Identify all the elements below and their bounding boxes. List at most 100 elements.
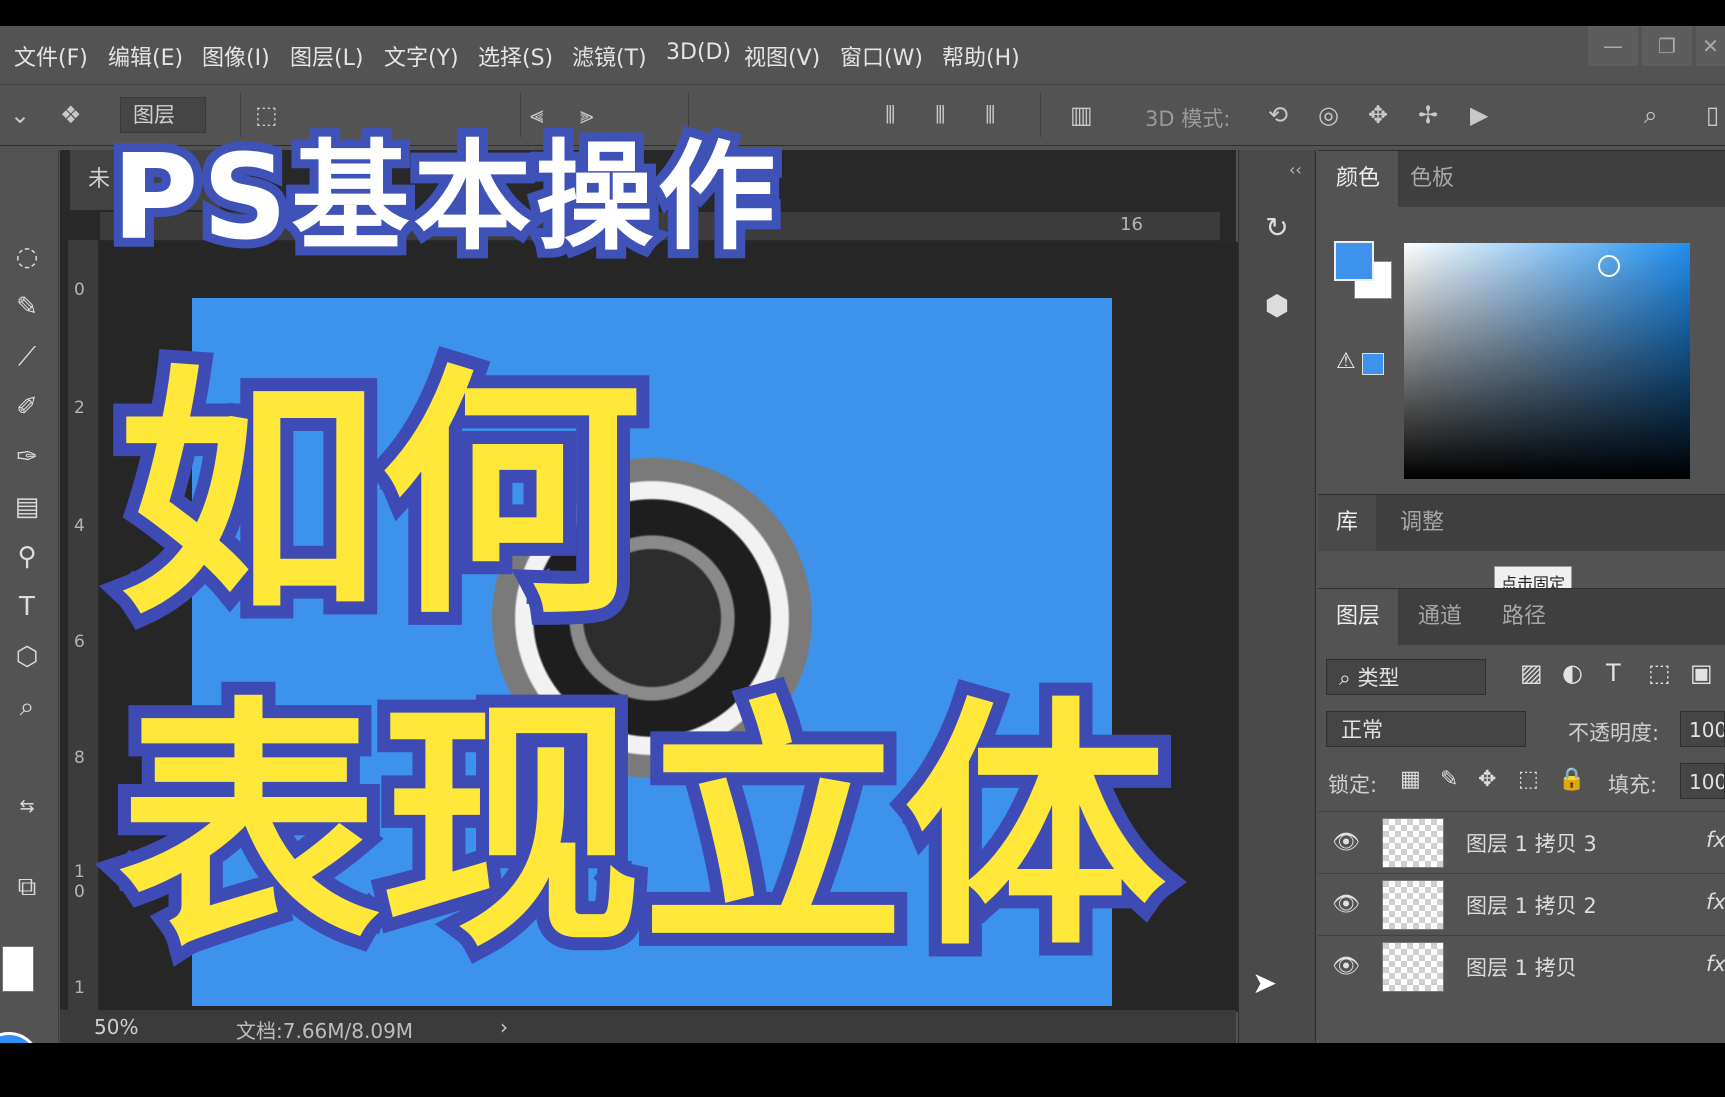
layers-panel: 图层 通道 路径 ⌕ 类型 ▨ ◐ T ⬚ ▣ 正常 不透明度: 100% 锁定… — [1318, 588, 1725, 1043]
align-left-icon[interactable]: ⫷ — [530, 101, 544, 129]
menu-type[interactable]: 文字(Y) — [384, 40, 459, 72]
fill-input[interactable]: 100% — [1680, 763, 1725, 799]
tab-adjustments[interactable]: 调整 — [1382, 495, 1462, 551]
ruler-label: 2 — [74, 398, 85, 418]
history-brush-icon[interactable]: ✑ — [10, 440, 44, 474]
tab-paths[interactable]: 路径 — [1484, 589, 1564, 645]
blend-mode-dropdown[interactable]: 正常 — [1326, 711, 1526, 747]
web-safe-swatch[interactable] — [1362, 353, 1384, 375]
eyedropper-icon[interactable]: ⟋ — [10, 340, 44, 374]
close-icon[interactable]: ✕ — [1696, 26, 1725, 66]
lock-artboard-icon[interactable]: ⬚ — [1518, 767, 1539, 792]
menu-select[interactable]: 选择(S) — [478, 40, 553, 72]
3d-camera-icon[interactable]: ▶ — [1470, 101, 1488, 129]
smart-object-filter-icon[interactable]: ▣ — [1690, 659, 1713, 687]
zoom-icon[interactable]: ⌕ — [10, 690, 44, 724]
brush-icon[interactable]: ✐ — [10, 390, 44, 424]
menu-edit[interactable]: 编辑(E) — [108, 40, 183, 72]
photoshop-window: 文件(F) 编辑(E) 图像(I) 图层(L) 文字(Y) 选择(S) 滤镜(T… — [0, 26, 1725, 1043]
search-icon[interactable]: ⌕ — [1644, 101, 1657, 129]
foreground-color-swatch[interactable] — [1334, 241, 1374, 281]
align-right-icon[interactable]: ⫸ — [580, 101, 594, 129]
layer-row[interactable]: 👁 图层 1 拷贝 3 fx — [1318, 811, 1725, 874]
distribute-right-icon[interactable]: ⦀ — [985, 101, 996, 129]
tab-color[interactable]: 颜色 — [1318, 151, 1399, 207]
ellipse-marquee-icon[interactable]: ◌ — [10, 240, 44, 274]
visibility-eye-icon[interactable]: 👁 — [1332, 892, 1360, 917]
3d-drag-icon[interactable]: ✥ — [1368, 101, 1388, 129]
image-filter-icon[interactable]: ▨ — [1520, 659, 1543, 687]
color-picker-marker[interactable] — [1598, 255, 1620, 277]
gamut-warning-icon: ⚠ — [1336, 349, 1356, 374]
align-options-icon[interactable]: ▥ — [1070, 101, 1093, 129]
restore-icon[interactable]: ❐ — [1642, 26, 1692, 66]
menu-window[interactable]: 窗口(W) — [840, 40, 923, 72]
3d-mode-label: 3D 模式: — [1145, 107, 1231, 131]
ruler-vertical: 0 2 4 6 8 1 0 1 — [68, 240, 98, 1020]
distribute-icon[interactable]: ⦀ — [885, 101, 896, 129]
lock-pixels-icon[interactable]: ✎ — [1440, 767, 1458, 792]
history-panel-icon[interactable]: ↻ — [1259, 210, 1295, 246]
distribute-center-icon[interactable]: ⦀ — [935, 101, 946, 129]
lock-label: 锁定: — [1328, 773, 1378, 797]
gradient-icon[interactable]: ▤ — [10, 490, 44, 524]
document-info: 文档:7.66M/8.09M — [236, 1019, 414, 1043]
filter-label: 类型 — [1357, 666, 1400, 690]
lock-transparent-icon[interactable]: ▦ — [1400, 767, 1421, 792]
shape-icon[interactable]: ⬡ — [10, 640, 44, 674]
color-field[interactable] — [1404, 243, 1690, 479]
foreground-swatch[interactable] — [2, 946, 34, 992]
ruler-marker: 16 — [1120, 214, 1143, 235]
fx-icon[interactable]: fx — [1706, 952, 1725, 976]
swap-colors-icon[interactable]: ⇆ — [10, 790, 44, 824]
lock-position-icon[interactable]: ✥ — [1478, 767, 1496, 792]
type-filter-icon[interactable]: T — [1606, 659, 1621, 687]
adjustment-filter-icon[interactable]: ◐ — [1562, 659, 1583, 687]
quick-select-icon[interactable]: ✎ — [10, 290, 44, 324]
dodge-icon[interactable]: ⚲ — [10, 540, 44, 574]
3d-orbit-icon[interactable]: ⟲ — [1268, 101, 1288, 129]
toolbox: ◌ ✎ ⟋ ✐ ✑ ▤ ⚲ T ⬡ ⌕ ⇆ ⧉ — [0, 150, 59, 1043]
menu-layer[interactable]: 图层(L) — [290, 40, 363, 72]
status-bar: 50% 文档:7.66M/8.09M › — [60, 1010, 1236, 1043]
3d-panel-icon[interactable]: ⬢ — [1259, 288, 1295, 324]
3d-roll-icon[interactable]: ◎ — [1318, 101, 1339, 129]
layer-row[interactable]: 👁 图层 1 拷贝 2 fx — [1318, 873, 1725, 936]
menu-3d[interactable]: 3D(D) — [666, 40, 731, 65]
menu-filter[interactable]: 滤镜(T) — [572, 40, 647, 72]
menu-view[interactable]: 视图(V) — [744, 40, 820, 72]
fx-icon[interactable]: fx — [1706, 828, 1725, 852]
collapse-panels-icon[interactable]: ‹‹ — [1289, 160, 1302, 179]
layer-row[interactable]: 👁 图层 1 拷贝 fx — [1318, 935, 1725, 998]
visibility-eye-icon[interactable]: 👁 — [1332, 954, 1360, 979]
layer-thumbnail — [1382, 818, 1444, 868]
status-arrow-icon[interactable]: › — [500, 1015, 508, 1039]
type-tool-icon[interactable]: T — [10, 590, 44, 624]
workspace-icon[interactable]: ▯ — [1706, 101, 1719, 129]
tab-layers[interactable]: 图层 — [1318, 589, 1399, 645]
tab-channels[interactable]: 通道 — [1400, 589, 1480, 645]
ruler-label: 1 — [74, 978, 85, 998]
shape-filter-icon[interactable]: ⬚ — [1648, 659, 1671, 687]
menu-help[interactable]: 帮助(H) — [942, 40, 1020, 72]
menu-file[interactable]: 文件(F) — [14, 40, 88, 72]
lock-all-icon[interactable]: 🔒 — [1558, 767, 1585, 792]
opacity-input[interactable]: 100% — [1680, 711, 1725, 747]
fx-icon[interactable]: fx — [1706, 890, 1725, 914]
zoom-level[interactable]: 50% — [94, 1015, 138, 1039]
layer-filter-dropdown[interactable]: ⌕ 类型 — [1326, 659, 1486, 695]
overlay-title: PS基本操作 — [103, 128, 784, 266]
tab-swatches[interactable]: 色板 — [1392, 151, 1472, 207]
tab-libraries[interactable]: 库 — [1318, 495, 1377, 551]
visibility-eye-icon[interactable]: 👁 — [1332, 830, 1360, 855]
transform-controls-icon[interactable]: ⬚ — [255, 101, 278, 129]
move-layers-icon[interactable]: ❖ — [60, 101, 82, 129]
menu-image[interactable]: 图像(I) — [202, 40, 270, 72]
3d-slide-icon[interactable]: ✢ — [1418, 101, 1438, 129]
tool-preset-chevron-icon[interactable]: ⌄ — [10, 101, 30, 129]
minimize-icon[interactable]: — — [1588, 26, 1638, 66]
screen-mode-icon[interactable]: ⧉ — [10, 870, 44, 904]
layer-name: 图层 1 拷贝 — [1466, 956, 1577, 980]
ruler-label: 0 — [74, 280, 85, 300]
mouse-cursor-icon: ➤ — [1252, 966, 1278, 1001]
